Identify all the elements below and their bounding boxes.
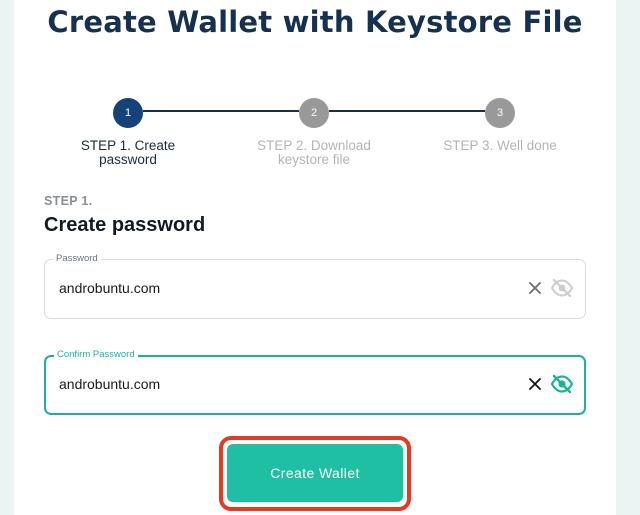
step-2-indicator: 2 bbox=[299, 98, 329, 128]
password-input[interactable] bbox=[59, 280, 479, 296]
create-wallet-button[interactable]: Create Wallet bbox=[227, 444, 403, 502]
clear-icon[interactable] bbox=[525, 374, 545, 394]
stepper-connector bbox=[143, 110, 299, 112]
section-title: Create password bbox=[44, 214, 206, 236]
password-field[interactable]: Password bbox=[44, 253, 586, 319]
eye-off-icon[interactable] bbox=[549, 371, 575, 397]
stepper-connector bbox=[329, 110, 485, 112]
password-label: Password bbox=[53, 253, 101, 265]
confirm-password-label: Confirm Password bbox=[54, 349, 138, 361]
step-1-label: STEP 1. Create password bbox=[80, 138, 176, 167]
step-kicker: STEP 1. bbox=[44, 194, 93, 208]
clear-icon[interactable] bbox=[525, 278, 545, 298]
eye-off-icon[interactable] bbox=[549, 275, 575, 301]
stepper: 1 2 3 STEP 1. Create password STEP 2. Do… bbox=[0, 0, 640, 180]
step-2-label: STEP 2. Download keystore file bbox=[257, 138, 371, 167]
step-3-label: STEP 3. Well done bbox=[443, 138, 557, 153]
confirm-password-input[interactable] bbox=[59, 376, 479, 392]
confirm-password-field[interactable]: Confirm Password bbox=[44, 349, 586, 415]
step-1-indicator: 1 bbox=[113, 98, 143, 128]
step-3-indicator: 3 bbox=[485, 98, 515, 128]
